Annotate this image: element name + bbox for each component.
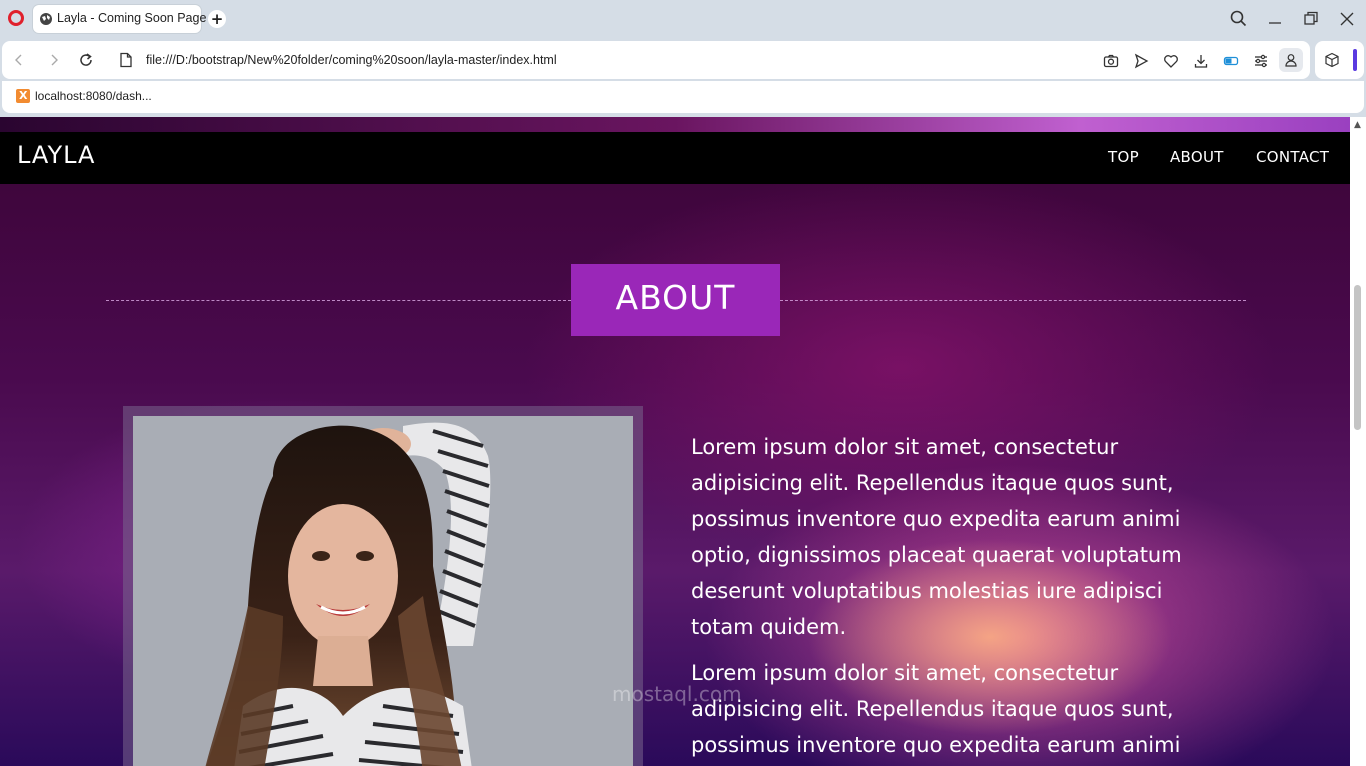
send-icon[interactable]: [1133, 53, 1149, 69]
section-heading: ABOUT: [571, 264, 780, 336]
page-viewport: LAYLA TOP ABOUT CONTACT ABOUT Lorem ipsu…: [0, 117, 1350, 766]
back-icon[interactable]: [11, 52, 27, 68]
hero-top-strip: [0, 117, 1350, 132]
page-scrollbar[interactable]: ▲: [1350, 117, 1366, 766]
tab-title: Layla - Coming Soon Page: [57, 11, 207, 25]
xampp-icon: [16, 89, 30, 103]
browser-tab[interactable]: Layla - Coming Soon Page: [33, 5, 206, 33]
camera-icon[interactable]: [1103, 53, 1119, 69]
download-icon[interactable]: [1193, 53, 1209, 69]
restore-icon[interactable]: [1301, 9, 1321, 29]
profile-button[interactable]: [1279, 48, 1303, 72]
sidebar-indicator: [1353, 49, 1357, 71]
scroll-up-icon[interactable]: ▲: [1354, 120, 1361, 130]
watermark-text: mostaql.com: [612, 682, 742, 706]
opera-logo-icon[interactable]: [8, 10, 24, 26]
close-icon[interactable]: [1337, 9, 1357, 29]
cube-icon[interactable]: [1324, 52, 1340, 68]
globe-icon: [40, 13, 52, 25]
easy-setup-icon[interactable]: [1253, 53, 1269, 69]
bookmarks-bar: localhost:8080/dash...: [0, 81, 1366, 114]
section-title: ABOUT: [615, 278, 736, 317]
portrait-illustration: [133, 416, 633, 766]
site-navbar: LAYLA TOP ABOUT CONTACT: [0, 132, 1350, 184]
scrollbar-thumb[interactable]: [1354, 285, 1361, 430]
about-paragraph-2: Lorem ipsum dolor sit amet, consectetur …: [691, 661, 1181, 757]
bookmark-label: localhost:8080/dash...: [35, 89, 152, 103]
reload-icon[interactable]: [78, 52, 94, 68]
minimize-icon[interactable]: [1265, 9, 1285, 29]
new-tab-button[interactable]: +: [208, 10, 226, 28]
forward-icon[interactable]: [46, 52, 62, 68]
extensions-area: [1315, 41, 1364, 79]
nav-link-about[interactable]: ABOUT: [1170, 148, 1224, 166]
search-icon[interactable]: [1229, 9, 1249, 29]
profile-icon: [1285, 54, 1297, 67]
tab-bar: Layla - Coming Soon Page +: [0, 0, 1366, 38]
about-paragraph-1: Lorem ipsum dolor sit amet, consectetur …: [691, 435, 1182, 639]
site-brand[interactable]: LAYLA: [17, 141, 95, 169]
url-text[interactable]: file:///D:/bootstrap/New%20folder/coming…: [146, 53, 557, 67]
file-icon: [120, 52, 132, 68]
bookmark-item[interactable]: localhost:8080/dash...: [16, 89, 152, 103]
heading-divider-left: [106, 300, 571, 301]
profile-photo: [133, 416, 633, 766]
address-field[interactable]: file:///D:/bootstrap/New%20folder/coming…: [2, 41, 1310, 79]
nav-link-contact[interactable]: CONTACT: [1256, 148, 1329, 166]
battery-saver-icon[interactable]: [1223, 53, 1239, 69]
watermark: mostaql.com: [596, 682, 742, 706]
profile-photo-frame: [123, 406, 643, 766]
nav-link-top[interactable]: TOP: [1108, 148, 1139, 166]
heart-icon[interactable]: [1163, 53, 1179, 69]
address-bar: file:///D:/bootstrap/New%20folder/coming…: [0, 40, 1366, 80]
heading-divider-right: [780, 300, 1246, 301]
